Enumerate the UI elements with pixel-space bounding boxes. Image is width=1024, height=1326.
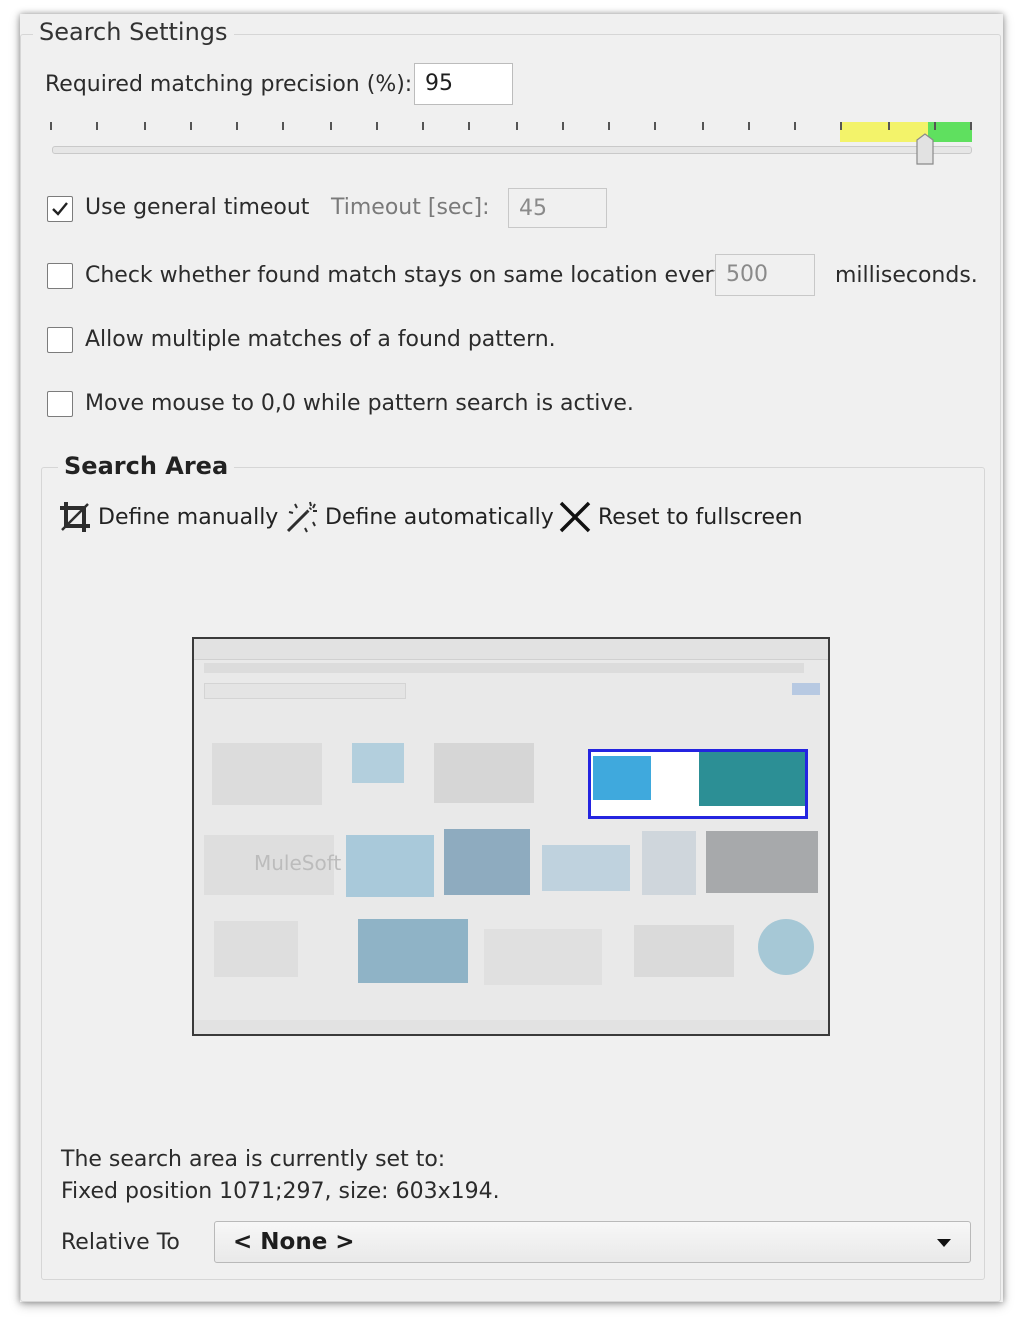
preview-browser-toolbar — [194, 639, 828, 660]
preview-thumb — [484, 929, 602, 985]
slider-tick — [516, 122, 518, 130]
slider-tick — [422, 122, 424, 130]
current-search-area-box — [588, 749, 808, 819]
use-timeout-label: Use general timeout — [85, 195, 310, 220]
slider-tick — [468, 122, 470, 130]
preview-thumb — [214, 921, 298, 977]
slider-tick — [236, 122, 238, 130]
timeout-label: Timeout [sec]: — [331, 195, 490, 220]
preview-thumb — [444, 829, 530, 895]
preview-brand-text: MuleSoft — [254, 851, 342, 875]
close-icon — [559, 501, 591, 533]
move-mouse-label: Move mouse to 0,0 while pattern search i… — [85, 391, 634, 416]
slider-tick — [608, 122, 610, 130]
preview-search-button — [792, 683, 820, 695]
define-automatically-label: Define automatically — [325, 504, 554, 530]
preview-thumb — [706, 831, 818, 893]
area-current-label: The search area is currently set to: — [61, 1147, 446, 1172]
slider-tick — [376, 122, 378, 130]
preview-thumb — [212, 743, 322, 805]
reset-fullscreen-label: Reset to fullscreen — [598, 504, 803, 530]
slider-tick — [562, 122, 564, 130]
define-manually-label: Define manually — [98, 504, 279, 530]
selection-thumb-left — [593, 756, 651, 800]
move-mouse-checkbox[interactable] — [47, 391, 73, 417]
timeout-input[interactable]: 45 — [508, 188, 607, 228]
slider-tick — [50, 122, 52, 130]
preview-thumb — [352, 743, 404, 783]
slider-tick — [190, 122, 192, 130]
search-area-title: Search Area — [58, 452, 235, 480]
preview-thumb — [758, 919, 814, 975]
preview-thumb — [542, 845, 630, 891]
use-timeout-checkbox[interactable] — [47, 196, 73, 222]
reset-fullscreen-button[interactable]: Reset to fullscreen — [558, 500, 803, 534]
slider-yellow-zone — [840, 122, 928, 142]
precision-label: Required matching precision (%): — [45, 72, 413, 97]
preview-thumb — [346, 835, 434, 897]
check-location-ms-input[interactable]: 500 — [715, 254, 815, 296]
slider-tick — [934, 122, 936, 130]
milliseconds-label: milliseconds. — [835, 263, 978, 288]
check-location-label: Check whether found match stays on same … — [85, 263, 727, 288]
search-settings-title: Search Settings — [33, 18, 234, 46]
preview-thumb — [434, 743, 534, 803]
slider-tick — [794, 122, 796, 130]
preview-thumb — [634, 925, 734, 977]
slider-tick — [970, 122, 972, 130]
relative-to-label: Relative To — [61, 1230, 180, 1255]
precision-input[interactable]: 95 — [414, 63, 513, 105]
search-area-preview[interactable]: MuleSoft — [192, 637, 830, 1036]
checkmark-icon — [52, 202, 68, 216]
slider-track[interactable] — [52, 146, 972, 154]
slider-tick — [282, 122, 284, 130]
allow-multiple-checkbox[interactable] — [47, 327, 73, 353]
check-location-checkbox[interactable] — [47, 263, 73, 289]
define-manually-button[interactable]: Define manually — [58, 500, 278, 534]
slider-tick — [96, 122, 98, 130]
magic-wand-icon — [286, 501, 317, 533]
slider-tick — [144, 122, 146, 130]
slider-tick — [888, 122, 890, 130]
relative-to-dropdown[interactable]: < None > — [214, 1221, 971, 1263]
crop-icon — [60, 502, 90, 532]
slider-tick — [330, 122, 332, 130]
slider-tick — [840, 122, 842, 130]
relative-to-value: < None > — [233, 1229, 355, 1255]
preview-thumb — [358, 919, 468, 983]
preview-search-bar — [204, 683, 406, 699]
allow-multiple-label: Allow multiple matches of a found patter… — [85, 327, 556, 352]
define-automatically-button[interactable]: Define automatically — [285, 500, 554, 534]
preview-address-bar — [204, 663, 804, 673]
selection-thumb-right — [699, 752, 805, 806]
preview-status-bar — [194, 1020, 828, 1034]
slider-tick — [654, 122, 656, 130]
chevron-down-icon — [937, 1239, 951, 1247]
preview-thumb — [642, 831, 696, 895]
slider-tick — [702, 122, 704, 130]
area-current-value: Fixed position 1071;297, size: 603x194. — [61, 1179, 500, 1204]
slider-tick — [748, 122, 750, 130]
slider-thumb[interactable] — [916, 133, 934, 165]
